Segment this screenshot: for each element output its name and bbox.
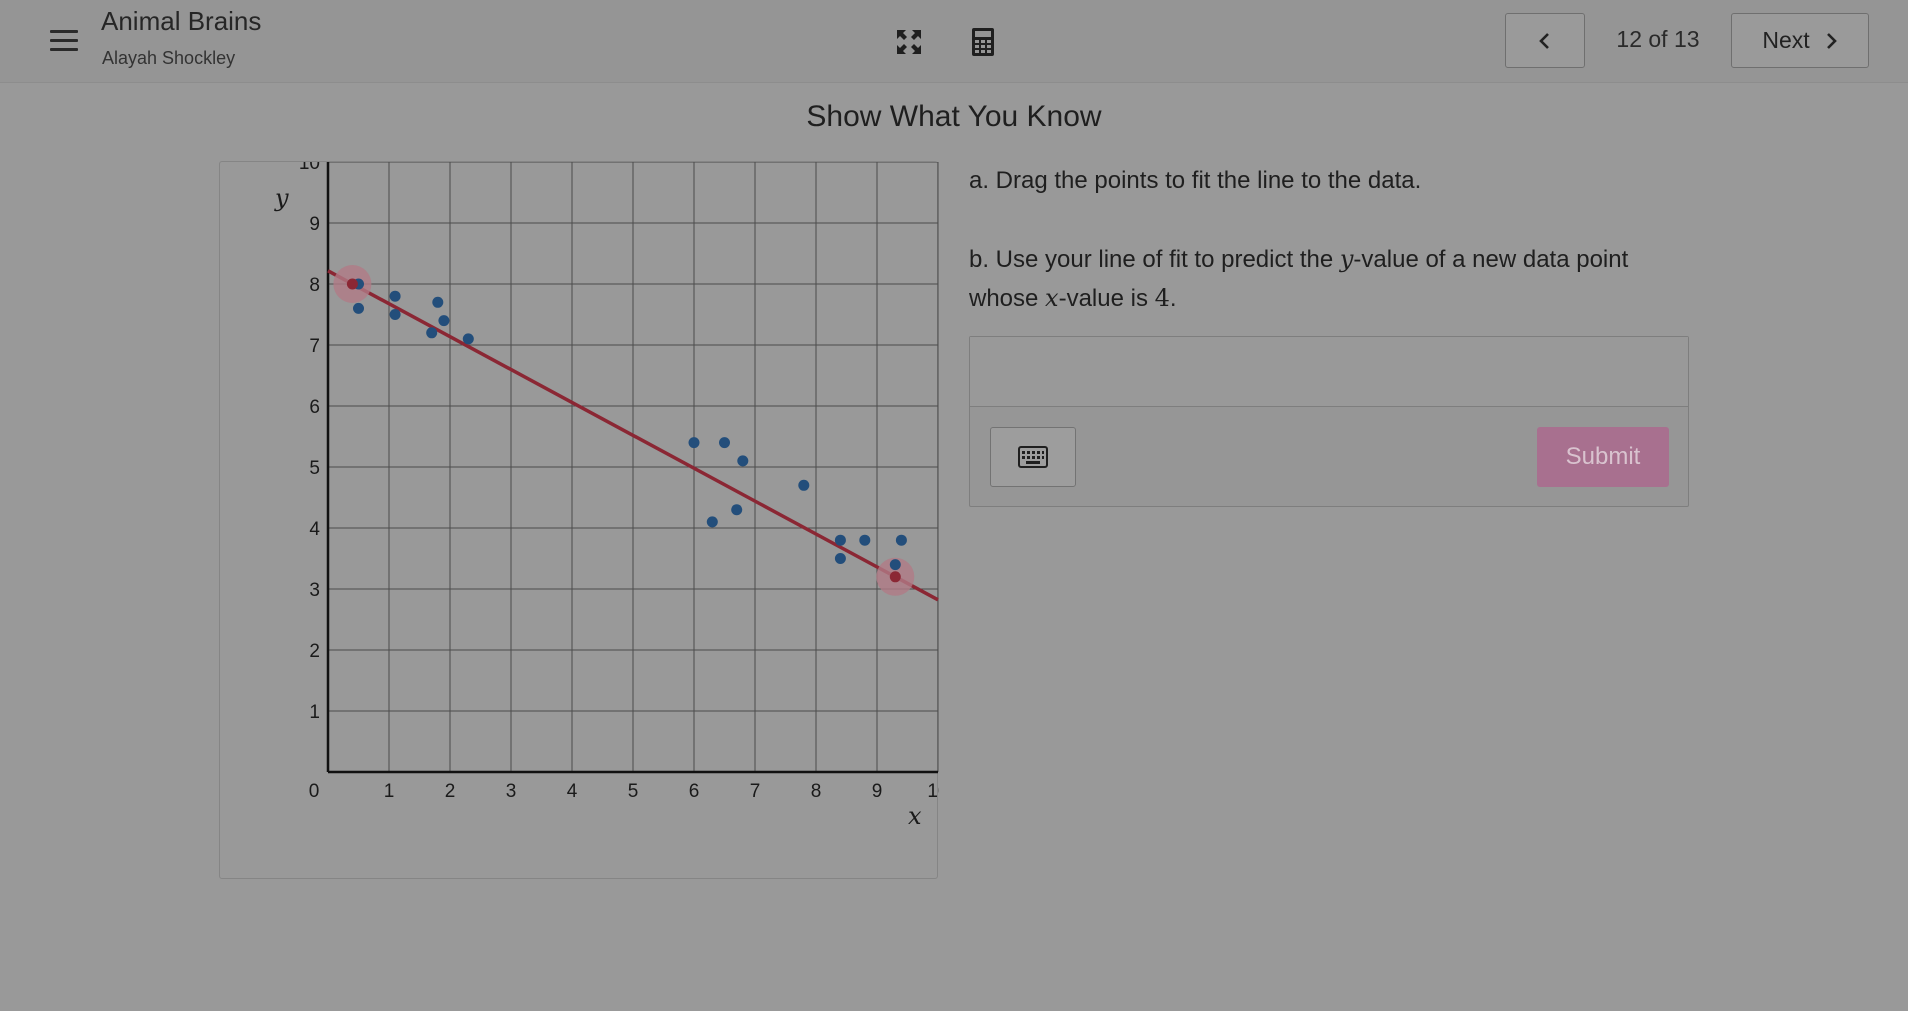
data-point [389, 309, 401, 320]
answer-panel: Submit [969, 336, 1689, 507]
x-tick-label: 2 [445, 781, 456, 802]
expand-arrows-icon[interactable] [889, 24, 929, 60]
activity-title: Animal Brains [101, 6, 262, 36]
keyboard-icon [1018, 446, 1048, 468]
x-axis-label: x [908, 802, 922, 830]
y-tick-label: 6 [309, 397, 320, 418]
previous-button[interactable] [1505, 13, 1585, 68]
fit-handle-center-1 [346, 278, 358, 290]
x-tick-label: 8 [811, 781, 822, 802]
y-tick-label: 2 [309, 641, 320, 662]
data-point [462, 333, 474, 345]
y-axis-label: y [274, 184, 289, 212]
y-tick-label: 1 [309, 702, 320, 723]
data-point [834, 534, 846, 546]
data-point [859, 534, 871, 546]
data-point [798, 479, 810, 491]
y-tick-label: 10 [299, 162, 320, 174]
data-point [895, 534, 907, 546]
y-tick-label: 5 [309, 458, 320, 479]
keyboard-button[interactable] [990, 427, 1076, 487]
page-counter: 12 of 13 [1616, 26, 1700, 52]
data-point [889, 559, 901, 571]
x-tick-label: 9 [872, 781, 883, 802]
question-a: a. Drag the points to fit the line to th… [969, 167, 1422, 194]
section-heading: Show What You Know [806, 100, 1102, 133]
y-tick-label: 9 [309, 214, 320, 235]
submit-button[interactable]: Submit [1537, 427, 1669, 487]
next-label: Next [1762, 27, 1810, 53]
fit-handle-center-2 [889, 571, 901, 583]
scatter-plot[interactable]: 01234567891012345678910xy [220, 162, 939, 880]
x-tick-label: 4 [567, 781, 578, 802]
answer-input[interactable] [970, 337, 1688, 407]
x-tick-label: 7 [750, 781, 761, 802]
data-point [834, 553, 846, 564]
y-tick-label: 4 [309, 519, 320, 540]
data-point [426, 327, 438, 339]
data-point [731, 504, 743, 516]
top-bar: Animal Brains Alayah Shockley 12 of 13 N… [0, 0, 1908, 83]
chevron-left-icon [1539, 32, 1549, 49]
data-point [389, 290, 401, 302]
x-tick-label: 5 [628, 781, 639, 802]
data-point [737, 455, 749, 467]
data-point [706, 516, 718, 528]
data-point [432, 296, 444, 308]
data-point [719, 437, 730, 449]
question-b: b. Use your line of fit to predict the y… [969, 245, 1629, 312]
data-point [438, 315, 450, 327]
next-button[interactable]: Next [1731, 13, 1869, 68]
y-tick-label: 3 [309, 580, 320, 601]
calculator-icon[interactable] [963, 24, 1003, 60]
x-tick-label: 3 [506, 781, 517, 802]
graph-panel: 01234567891012345678910xy [219, 161, 939, 880]
x-tick-label: 10 [927, 781, 939, 802]
chevron-right-icon [1826, 32, 1837, 49]
data-point [353, 302, 364, 314]
hamburger-menu-icon[interactable] [48, 26, 80, 56]
data-point [688, 437, 700, 449]
y-tick-label: 7 [309, 336, 320, 357]
student-name: Alayah Shockley [102, 48, 236, 68]
y-tick-label: 8 [309, 275, 320, 296]
x-tick-label: 0 [309, 781, 320, 802]
x-tick-label: 1 [384, 781, 395, 802]
x-tick-label: 6 [689, 781, 700, 802]
